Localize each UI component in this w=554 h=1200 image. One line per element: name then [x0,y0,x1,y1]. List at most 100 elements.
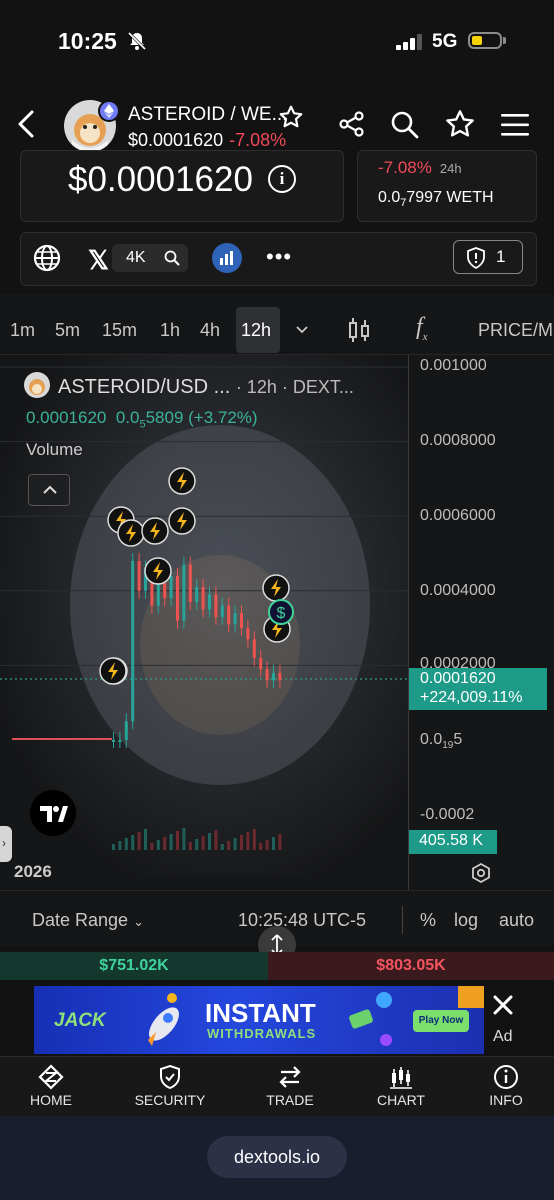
candle [265,669,269,681]
timeframe-5m[interactable]: 5m [55,320,80,341]
tradingview-logo-icon[interactable] [30,790,76,836]
nav-home[interactable]: HOME [0,1060,106,1116]
nav-chart[interactable]: CHART [346,1060,456,1116]
audit-shield-button[interactable]: 1 [453,240,523,274]
legend-interval: · 12h · DEXT... [235,377,354,397]
log-scale-toggle[interactable]: log [454,910,478,931]
ethereum-chain-icon [98,100,120,122]
price-mode-toggle[interactable]: PRICE/M [478,320,554,341]
candle [227,605,231,625]
volume-bar [259,843,263,850]
timeframe-12h[interactable]: 12h [236,307,280,353]
timeframe-1h[interactable]: 1h [160,320,180,341]
more-dots-icon[interactable]: ••• [266,244,292,270]
timeframe-15m[interactable]: 15m [102,320,137,341]
candle [220,605,224,617]
candle [195,587,199,602]
menu-icon[interactable] [500,112,530,138]
info-icon[interactable]: i [268,165,296,193]
date-range-dropdown[interactable]: Date Range ⌄ [32,910,144,931]
pair-name[interactable]: ASTEROID / WE... [128,104,287,126]
volume-bar [252,829,256,850]
watchlist-star-icon[interactable] [278,104,304,130]
volume-bar [176,831,179,850]
chart-clock: 10:25:48 UTC-5 [238,910,367,930]
nav-security[interactable]: SECURITY [115,1060,225,1116]
current-price-change: +224,009.11% [420,689,523,706]
header-price-change: -7.08% [229,130,287,150]
volume-bar [112,844,115,850]
info-circle-icon [494,1065,518,1089]
favorite-star-icon[interactable] [444,108,476,140]
holders-count-badge[interactable]: 4K [112,244,188,272]
volume-bar [169,834,173,850]
legend-volume: Volume [26,440,83,459]
candle [182,564,186,621]
search-icon[interactable] [390,110,420,140]
legend-symbol: ASTEROID/USD ... · 12h · DEXT... [58,376,354,399]
volume-bar [188,842,192,850]
ad-cta-button[interactable]: Play Now [413,1010,469,1032]
url-pill[interactable]: dextools.io [207,1136,347,1178]
volume-value: 405.58 K [419,832,484,849]
chart-app-icon[interactable] [212,243,242,273]
search-small-icon [164,250,180,266]
dollar-marker-glyph: $ [277,605,286,622]
collapse-legend-button[interactable] [28,474,70,506]
volume-bar [201,836,205,850]
side-drawer-handle[interactable]: › [0,826,12,862]
candle [246,628,250,640]
timeframe-4h[interactable]: 4h [200,320,220,341]
volume-bar [124,838,128,850]
volume-bar [195,839,199,850]
candle [169,575,173,599]
volume-bar [131,835,135,850]
volume-bar [144,829,147,850]
holders-count: 4K [126,249,146,266]
weth-price: 0.077997 WETH [378,189,494,209]
indicators-fx-icon[interactable]: fx [416,314,428,343]
battery-icon [468,32,502,49]
percent-scale-toggle[interactable]: % [420,910,436,931]
candle [252,639,256,658]
y-tick-small: 0.0195 [420,731,462,751]
volume-bar [137,832,141,850]
date-range-label: Date Range [32,910,129,930]
bell-muted-icon [127,31,147,51]
globe-icon[interactable] [32,243,62,273]
timeframe-1m[interactable]: 1m [10,320,35,341]
volume-bar [272,837,275,850]
shield-check-icon [160,1064,180,1090]
chart-settings-icon[interactable] [470,862,492,884]
fx-label: f [416,314,423,340]
buy-volume: $751.02K [99,957,169,974]
candle [156,583,160,606]
candles-icon[interactable] [346,316,372,344]
x-twitter-icon[interactable]: 𝕏 [88,245,109,276]
close-ad-icon[interactable] [486,988,520,1022]
auto-scale-toggle[interactable]: auto [499,910,534,931]
y-tick-5: -0.0002 [420,806,475,823]
chart-candles-icon [390,1067,412,1089]
event-marker-icon [141,517,169,545]
candle [163,583,167,599]
event-marker-icon [99,657,127,685]
y-tick-3: 0.0004000 [420,582,496,599]
legend-change-suffix: 5809 (+3.72%) [145,408,258,427]
signal-icon [396,34,422,50]
candle [278,672,282,681]
candle [176,575,179,621]
volume-bar [278,834,282,850]
nav-info[interactable]: INFO [451,1060,554,1116]
nav-security-label: SECURITY [134,1092,206,1108]
event-marker-icon [117,519,145,547]
weth-suffix: 7997 WETH [406,189,494,206]
share-icon[interactable] [338,110,366,138]
header-price: $0.0001620 -7.08% [128,130,286,151]
candle [137,560,141,591]
back-arrow-icon[interactable] [14,108,38,140]
chevron-down-icon[interactable] [294,324,310,336]
nav-trade[interactable]: TRADE [235,1060,345,1116]
candle [188,564,192,602]
volume-bar [233,838,237,850]
